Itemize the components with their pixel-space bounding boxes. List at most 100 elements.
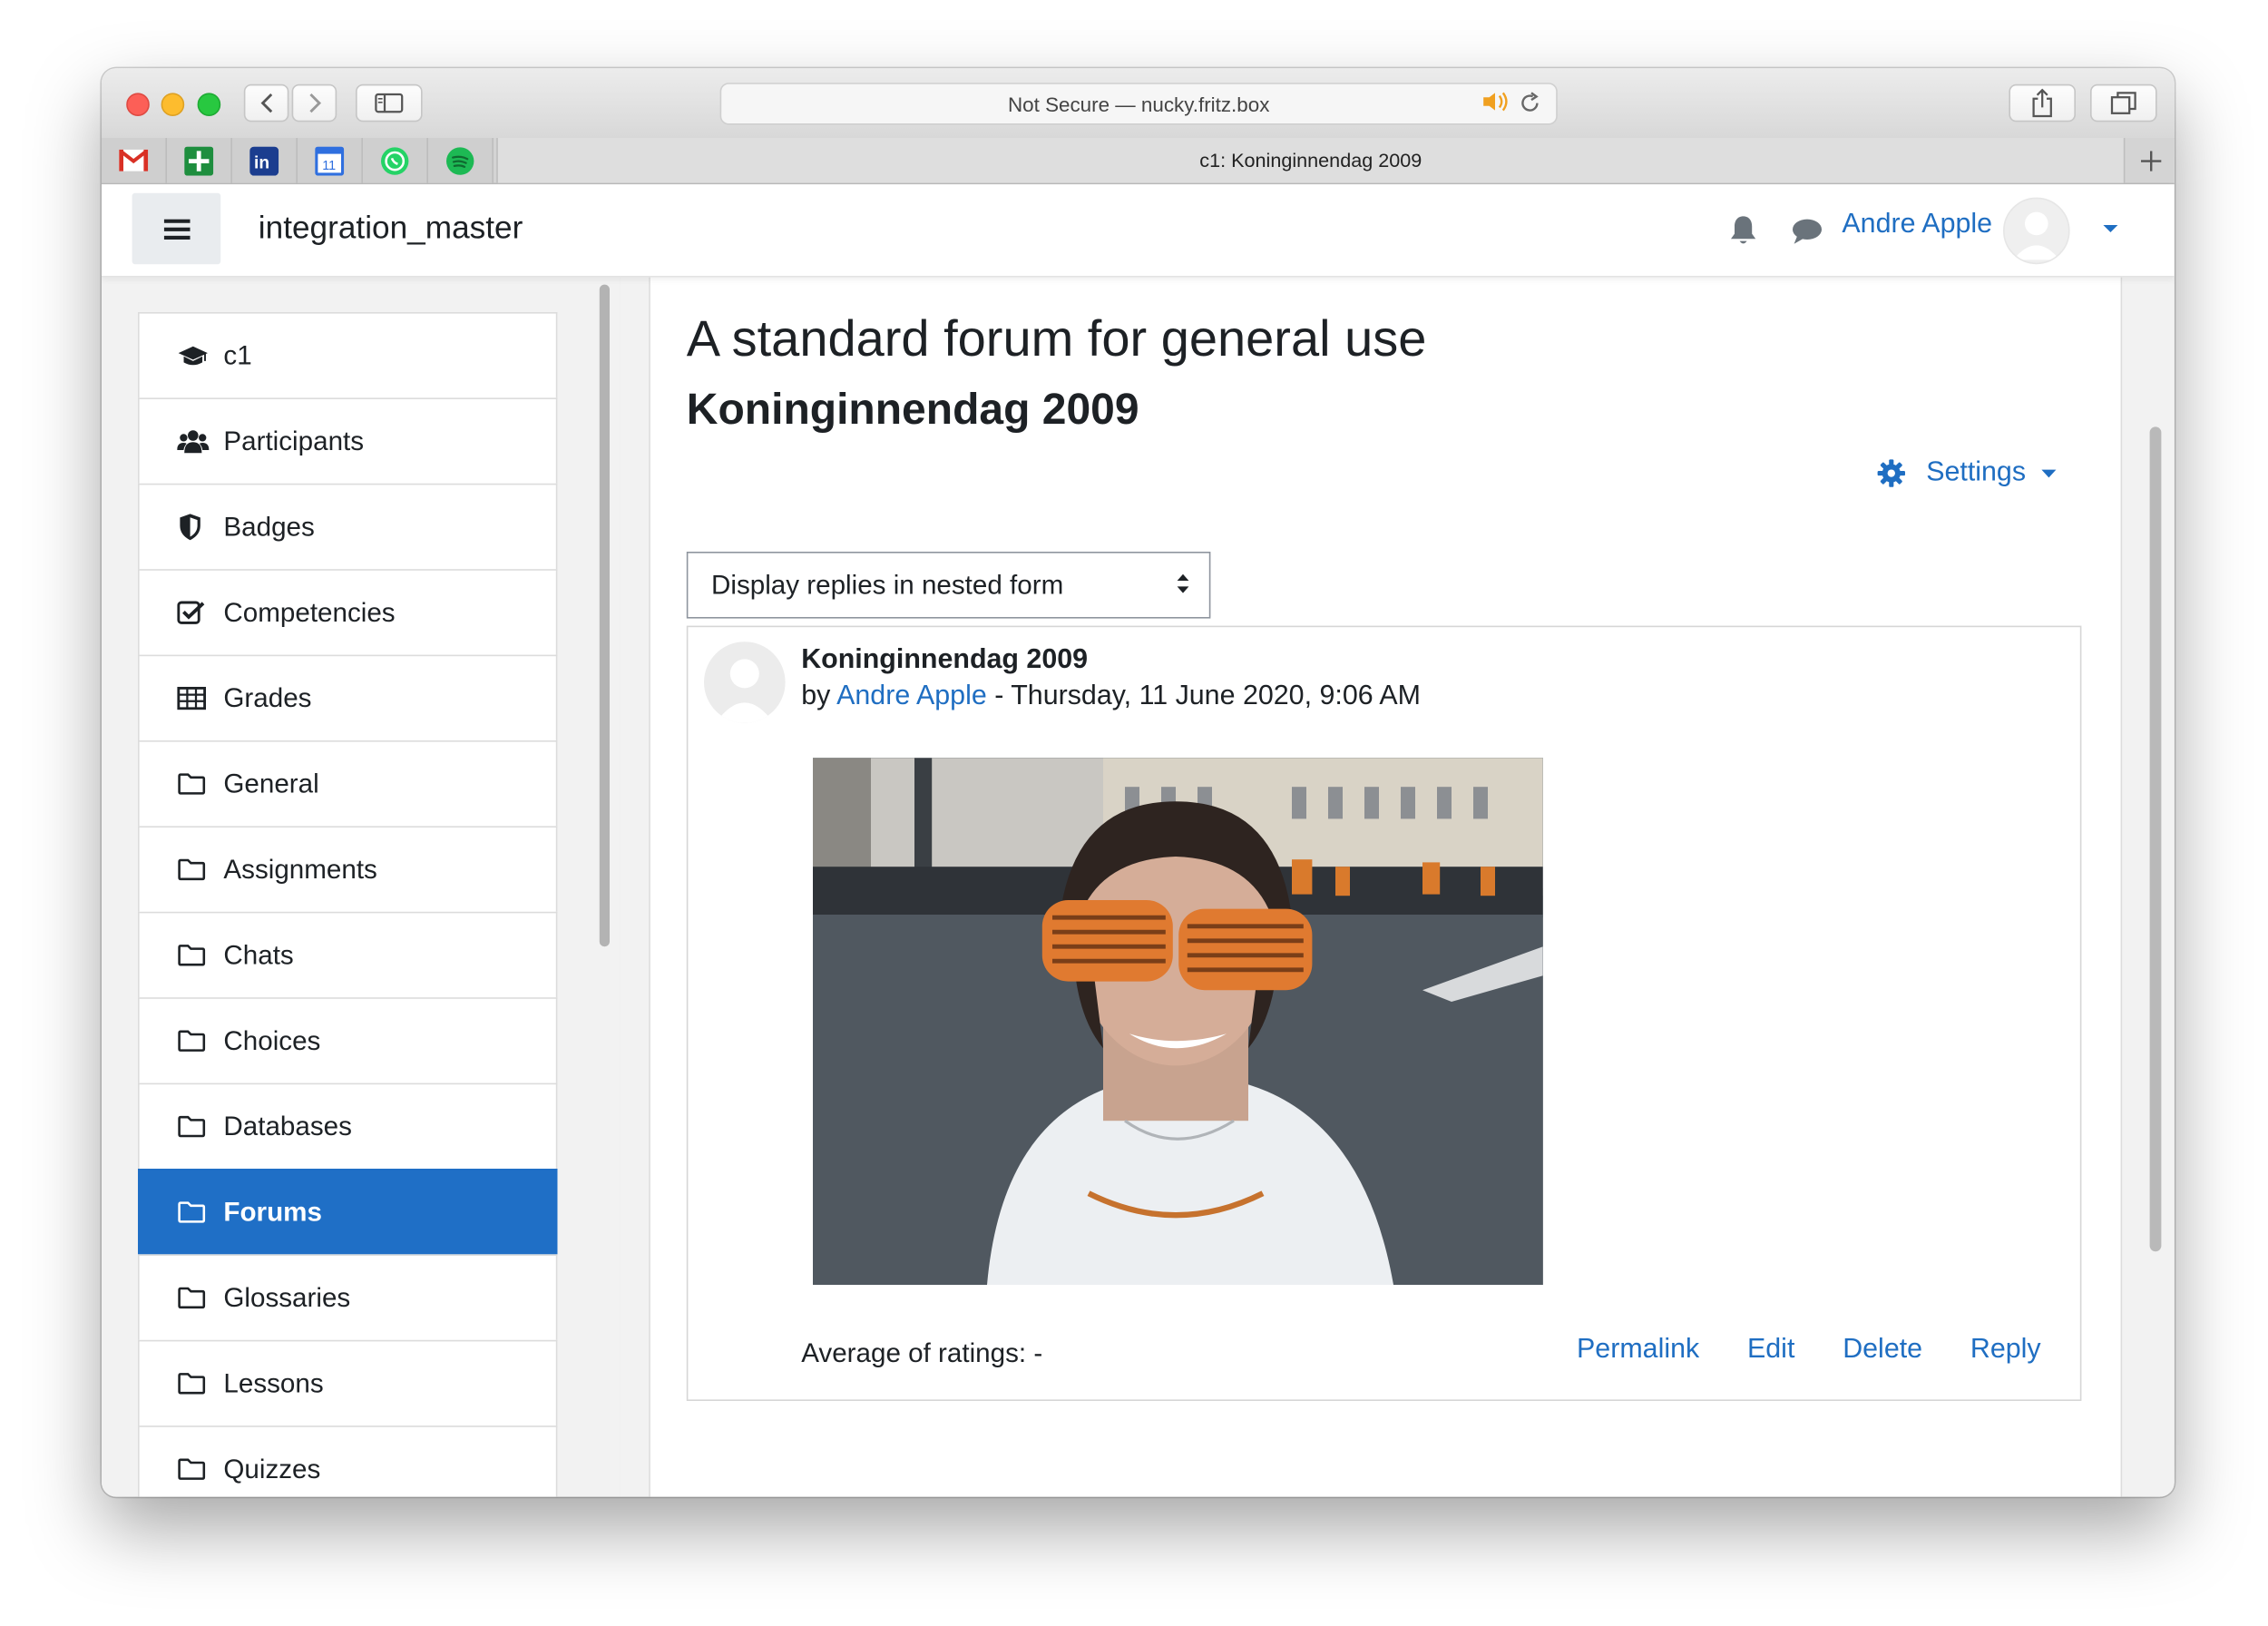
gear-icon (1877, 459, 1906, 488)
calendar-day: 11 (322, 158, 336, 172)
drawer-item-label: Databases (223, 1111, 352, 1141)
page-title: A standard forum for general use (686, 310, 1427, 367)
permalink-link[interactable]: Permalink (1577, 1334, 1699, 1366)
user-menu-name[interactable]: Andre Apple (1842, 209, 1992, 240)
chevron-right-icon (308, 93, 321, 113)
drawer-item-c1[interactable]: c1 (138, 312, 558, 398)
checkbox-icon (177, 600, 209, 626)
tab-active[interactable]: c1: Koninginnendag 2009 (496, 138, 2126, 183)
select-arrows-icon (1176, 571, 1190, 604)
bell-icon[interactable] (1729, 215, 1758, 254)
drawer-item-label: Grades (223, 682, 312, 713)
new-tab-button[interactable] (2126, 138, 2175, 183)
drawer-item-forums[interactable]: Forums (138, 1169, 558, 1255)
tab-overview-button[interactable] (2090, 83, 2157, 122)
drawer-scrollbar[interactable] (599, 284, 610, 947)
drawer-item-label: Glossaries (223, 1281, 351, 1313)
plus-icon (2140, 150, 2161, 171)
back-button[interactable] (243, 83, 289, 122)
forward-button[interactable] (291, 83, 337, 122)
drawer-item-glossaries[interactable]: Glossaries (138, 1254, 558, 1340)
users-icon (177, 428, 210, 455)
folder-icon (177, 944, 209, 967)
folder-icon (177, 1287, 209, 1310)
drawer-item-label: General (223, 768, 319, 798)
whatsapp-icon[interactable] (363, 138, 428, 183)
share-button[interactable] (2009, 83, 2076, 122)
post-by-label: by (801, 681, 831, 711)
drawer-item-databases[interactable]: Databases (138, 1082, 558, 1169)
folder-icon (177, 1372, 209, 1396)
user-avatar[interactable] (2003, 197, 2070, 265)
post-author-link[interactable]: Andre Apple (836, 681, 987, 711)
drawer-item-label: Chats (223, 939, 294, 970)
drawer-item-badges[interactable]: Badges (138, 483, 558, 570)
folder-icon (177, 858, 209, 882)
post-photo (813, 758, 1543, 1285)
forum-post: Koninginnendag 2009 by Andre Apple - Thu… (686, 625, 2082, 1401)
graduation-cap-icon (177, 343, 209, 369)
drawer-item-general[interactable]: General (138, 740, 558, 827)
drawer-item-label: Assignments (223, 853, 377, 885)
sidebar-icon (375, 93, 404, 113)
site-navbar: integration_master Andre Apple (102, 184, 2175, 278)
drawer-item-choices[interactable]: Choices (138, 997, 558, 1083)
folder-icon (177, 1200, 209, 1224)
drawer-item-label: Forums (223, 1196, 322, 1227)
drawer-item-assignments[interactable]: Assignments (138, 826, 558, 912)
delete-link[interactable]: Delete (1843, 1334, 1922, 1366)
edit-link[interactable]: Edit (1747, 1334, 1794, 1366)
folder-icon (177, 1029, 209, 1053)
nav-drawer: c1 Participants Badges Competencies Grad… (102, 276, 621, 1497)
settings-menu[interactable]: Settings (1877, 457, 2057, 489)
drawer-item-quizzes[interactable]: Quizzes (138, 1425, 558, 1497)
post-rating: Average of ratings: - (801, 1337, 1043, 1368)
drawer-item-participants[interactable]: Participants (138, 397, 558, 484)
drawer-item-label: c1 (223, 339, 252, 370)
svg-text:in: in (254, 153, 269, 172)
chevron-left-icon (259, 93, 272, 113)
drawer-item-grades[interactable]: Grades (138, 654, 558, 740)
messages-icon[interactable] (1791, 218, 1823, 252)
main-region: A standard forum for general use Koningi… (620, 276, 2175, 1497)
zoom-window-button[interactable] (197, 93, 221, 116)
post-subject: Koninginnendag 2009 (801, 644, 1089, 675)
post-author-avatar[interactable] (704, 642, 786, 723)
post-byline: by Andre Apple - Thursday, 11 June 2020,… (801, 681, 1421, 712)
sidebar-toggle-button[interactable] (356, 83, 423, 122)
calendar-icon[interactable]: 11 (298, 138, 363, 183)
forum-card: A standard forum for general use Koningi… (649, 276, 2123, 1497)
display-mode-value: Display replies in nested form (711, 569, 1064, 600)
drawer-toggle-button[interactable] (132, 192, 221, 265)
drawer-list: c1 Participants Badges Competencies Grad… (138, 312, 558, 1497)
user-menu-caret-icon[interactable] (2102, 216, 2119, 242)
post-actions: Permalink Edit Delete Reply (1529, 1334, 2041, 1366)
address-text: Not Secure — nucky.fritz.box (1008, 92, 1270, 116)
display-mode-select[interactable]: Display replies in nested form (686, 552, 1211, 619)
spotify-icon[interactable] (428, 138, 494, 183)
drawer-item-chats[interactable]: Chats (138, 911, 558, 998)
tab-title-text: c1: Koninginnendag 2009 (1199, 149, 1422, 171)
share-icon (2032, 88, 2052, 118)
reply-link[interactable]: Reply (1970, 1334, 2041, 1366)
browser-titlebar: Not Secure — nucky.fritz.box (102, 68, 2175, 140)
main-scrollbar[interactable] (2149, 426, 2162, 1252)
address-bar[interactable]: Not Secure — nucky.fritz.box (719, 83, 1558, 125)
reload-icon[interactable] (1519, 92, 1542, 119)
drawer-item-competencies[interactable]: Competencies (138, 569, 558, 655)
speaker-icon[interactable] (1481, 90, 1510, 117)
close-window-button[interactable] (126, 93, 150, 116)
sheets-icon[interactable] (167, 138, 232, 183)
post-date: - Thursday, 11 June 2020, 9:06 AM (986, 681, 1422, 711)
tab-bar: in 11 c1: Koninginnendag 2009 (102, 138, 2175, 185)
minimize-window-button[interactable] (161, 93, 185, 116)
site-name[interactable]: integration_master (259, 209, 523, 247)
drawer-item-lessons[interactable]: Lessons (138, 1339, 558, 1426)
drawer-item-label: Competencies (223, 596, 396, 628)
invision-icon[interactable]: in (232, 138, 298, 183)
drawer-item-label: Badges (223, 511, 315, 542)
table-icon (177, 686, 209, 710)
gmail-icon[interactable] (102, 138, 167, 183)
drawer-item-label: Participants (223, 425, 365, 456)
shield-icon (177, 513, 209, 542)
